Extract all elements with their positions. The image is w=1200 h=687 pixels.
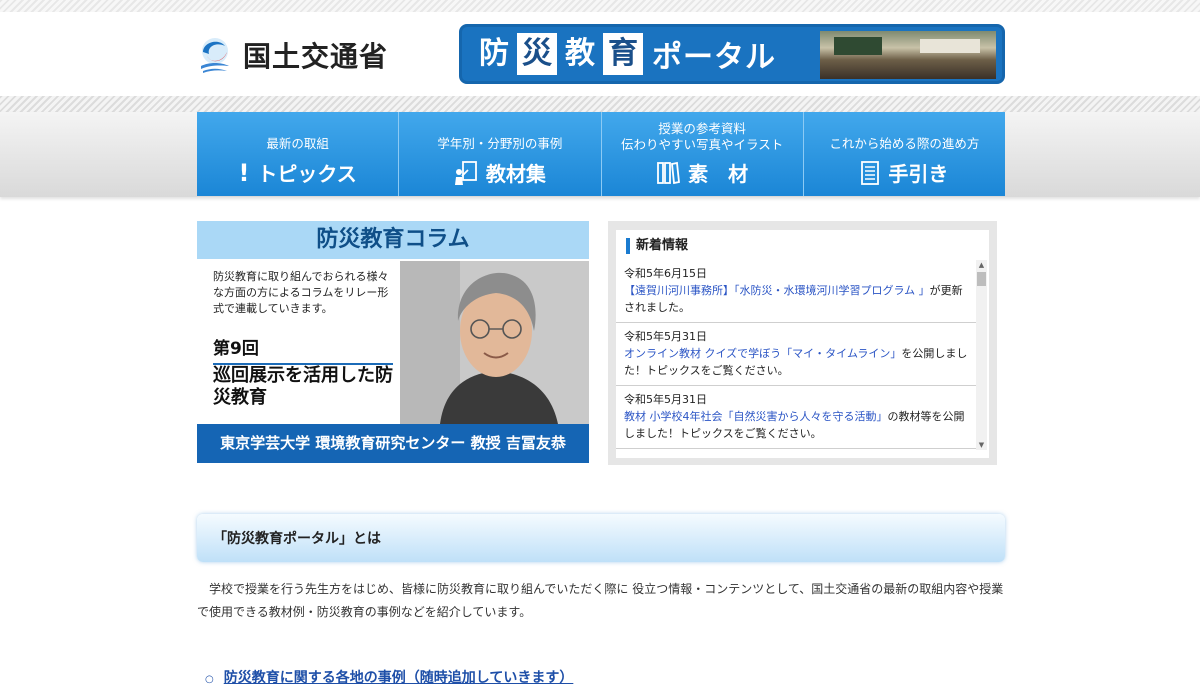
portal-title-char: 災 (517, 33, 557, 75)
about-heading-box: 「防災教育ポータル」とは (197, 514, 1005, 562)
nav-sub-label: これから始める際の進め方 (829, 136, 980, 151)
document-icon (861, 160, 880, 185)
news-heading: 新着情報 (626, 238, 688, 254)
portal-title: 防 災 教 育 (474, 33, 646, 75)
portal-title-char: 育 (603, 33, 643, 75)
news-scrollbar[interactable]: ▲ ▼ (976, 260, 987, 450)
header-band (0, 96, 1200, 112)
news-item: 令和5年5月31日 オンライン教材 クイズで学ぼう「マイ・タイムライン」を公開し… (616, 323, 976, 386)
author-photo (400, 261, 589, 424)
news-date: 令和5年5月31日 (624, 393, 707, 406)
news-panel: 新着情報 令和5年6月15日 【遠賀川河川事務所】「水防災・水環境河川学習プログ… (608, 221, 997, 465)
news-item: 令和5年5月31日 教材 小学校4年社会「自然災害から人々を守る活動」の教材等を… (616, 386, 976, 449)
scroll-thumb[interactable] (977, 272, 986, 286)
column-body: 防災教育に取り組んでおられる様々な方面の方によるコラムをリレー形式で連載していき… (197, 261, 589, 426)
portal-title-char: 防 (479, 36, 509, 71)
classroom-photo (820, 31, 996, 79)
column-banner[interactable]: 防災教育コラム 防災教育に取り組んでおられる様々な方面の方によるコラムをリレー形… (197, 221, 589, 463)
nav-materials[interactable]: 学年別・分野別の事例 教材集 (399, 112, 602, 196)
news-link[interactable]: 【遠賀川河川事務所】「水防災・水環境河川学習プログラム 」 (624, 284, 930, 297)
news-date: 令和5年5月31日 (624, 330, 707, 343)
examples-link-text[interactable]: 防災教育に関する各地の事例（随時追加していきます） (224, 670, 574, 686)
book-icon (657, 161, 681, 184)
column-author: 東京学芸大学 環境教育研究センター 教授 吉冨友恭 (197, 424, 589, 463)
news-date: 令和5年6月15日 (624, 267, 707, 280)
teaching-materials-icon (454, 160, 477, 185)
news-inner: 新着情報 令和5年6月15日 【遠賀川河川事務所】「水防災・水環境河川学習プログ… (616, 230, 989, 458)
column-title: 巡回展示を活用した防災教育 (213, 365, 393, 408)
mlit-logo[interactable]: 国土交通省 (197, 34, 388, 76)
news-link[interactable]: オンライン教材 クイズで学ぼう「マイ・タイムライン」 (624, 347, 901, 360)
nav-main-label: 教材集 (485, 162, 546, 186)
about-text: 学校で授業を行う先生方をはじめ、皆様に防災教育に取り組んでいただく際に 役立つ情… (197, 582, 1004, 619)
news-list[interactable]: 令和5年6月15日 【遠賀川河川事務所】「水防災・水環境河川学習プログラム 」が… (616, 260, 976, 450)
nav-main-label: トピックス (257, 162, 357, 186)
nav-main-label: 素 材 (688, 162, 749, 186)
nav-resources[interactable]: 授業の参考資料 伝わりやすい写真やイラスト 素 材 (601, 112, 804, 196)
about-title: 「防災教育ポータル」とは (213, 531, 381, 547)
news-item: 令和5年6月15日 【遠賀川河川事務所】「水防災・水環境河川学習プログラム 」が… (616, 260, 976, 323)
nav-sub-label: 授業の参考資料 伝わりやすい写真やイラスト (620, 121, 784, 152)
nav-sub-label: 学年別・分野別の事例 (437, 136, 563, 151)
nav-sub-label: 最新の取組 (266, 136, 329, 151)
bullet-icon: ○ (205, 674, 214, 685)
main-nav: 最新の取組 ! トピックス 学年別・分野別の事例 教材集 授業の参考資料 伝わり… (197, 112, 1005, 196)
portal-banner[interactable]: 防 災 教 育 ポータル (459, 24, 1005, 84)
nav-topics[interactable]: 最新の取組 ! トピックス (197, 112, 400, 196)
author-portrait-icon (400, 261, 589, 424)
column-number: 第9回 (213, 334, 393, 365)
news-link[interactable]: 教材 小学校4年社会「自然災害から人々を守る活動」 (624, 410, 888, 423)
portal-title-char: 教 (565, 36, 595, 71)
column-heading: 防災教育コラム (197, 221, 589, 259)
column-description: 防災教育に取り組んでおられる様々な方面の方によるコラムをリレー形式で連載していき… (213, 270, 389, 315)
nav-main-label: 手引き (888, 162, 949, 186)
top-stripe (0, 0, 1200, 12)
mlit-logo-icon (201, 38, 229, 73)
scroll-up-icon[interactable]: ▲ (976, 260, 987, 270)
examples-link[interactable]: ○ 防災教育に関する各地の事例（随時追加していきます） (205, 667, 573, 687)
nav-guide[interactable]: これから始める際の進め方 手引き (803, 112, 1005, 196)
ministry-name: 国土交通省 (243, 40, 389, 73)
scroll-down-icon[interactable]: ▼ (976, 440, 987, 450)
exclamation-icon: ! (238, 158, 250, 187)
portal-title-rest: ポータル (652, 40, 776, 75)
